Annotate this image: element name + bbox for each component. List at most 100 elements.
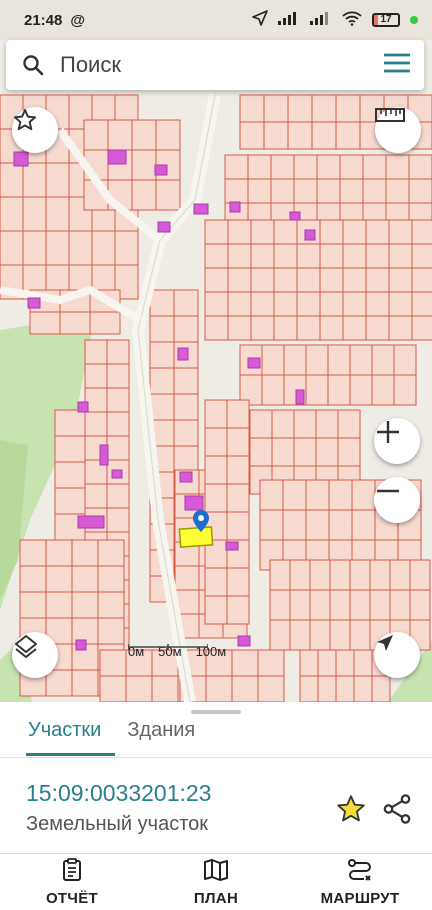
parcel	[231, 675, 259, 702]
parcel	[349, 619, 371, 651]
building	[77, 515, 105, 529]
parcel-block-e2	[239, 344, 417, 406]
location-arrow-icon	[252, 10, 268, 30]
parcel	[107, 119, 133, 151]
parcel	[296, 315, 321, 341]
parcel	[173, 315, 199, 343]
star-icon	[334, 795, 368, 830]
parcel	[19, 591, 47, 619]
nav-route[interactable]: МАРШРУТ	[288, 854, 432, 910]
parcel	[125, 675, 153, 702]
parcel	[411, 315, 432, 341]
parcel	[335, 649, 355, 677]
parcel	[388, 267, 413, 293]
parcel	[204, 219, 229, 245]
parcel	[411, 291, 432, 317]
locate-button[interactable]	[374, 632, 420, 678]
parcel	[365, 243, 390, 269]
wifi-icon	[342, 11, 362, 30]
parcel	[317, 649, 337, 677]
parcel	[385, 154, 410, 180]
cadastral-map[interactable]: 0м 50м 100м	[0, 0, 432, 702]
parcel	[273, 291, 298, 317]
battery-fill	[374, 15, 379, 25]
parcel	[155, 119, 181, 151]
map-icon	[203, 858, 229, 887]
share-button[interactable]	[380, 792, 414, 826]
favorites-button[interactable]	[12, 107, 58, 153]
parcel	[293, 409, 317, 439]
parcel	[45, 669, 73, 697]
parcel	[54, 461, 86, 489]
status-bar: 21:48 @ 17	[0, 0, 432, 40]
parcel	[204, 243, 229, 269]
parcel	[388, 219, 413, 245]
scale-line	[128, 644, 208, 650]
ruler-button[interactable]	[375, 107, 421, 153]
search-input[interactable]	[60, 45, 370, 85]
zoom-out-button[interactable]	[374, 477, 420, 523]
parcel	[247, 178, 272, 204]
parcel	[249, 437, 273, 467]
parcel	[365, 291, 390, 317]
parcel	[106, 435, 130, 461]
parcel	[342, 315, 367, 341]
parcel	[328, 509, 353, 541]
parcel	[91, 230, 116, 266]
route-icon	[347, 858, 373, 887]
parcel	[362, 178, 387, 204]
parcel	[45, 565, 73, 593]
parcel	[97, 617, 125, 645]
parcel	[315, 437, 339, 467]
parcel	[257, 675, 285, 702]
parcel	[293, 178, 318, 204]
parcel	[309, 559, 331, 591]
menu-button[interactable]	[370, 40, 424, 90]
map-canvas[interactable]	[0, 0, 432, 702]
parcel	[68, 230, 93, 266]
parcel	[316, 178, 341, 204]
parcel	[0, 162, 24, 198]
parcel	[351, 509, 376, 541]
sheet-drag-handle[interactable]	[191, 710, 241, 714]
parcel	[389, 559, 411, 591]
parcel	[19, 565, 47, 593]
search-icon[interactable]	[6, 40, 60, 90]
parcel-cadastral-number[interactable]: 15:09:0033201:23	[26, 780, 211, 807]
parcel	[99, 675, 127, 702]
parcel	[173, 393, 199, 421]
parcel	[227, 243, 252, 269]
parcel	[283, 344, 307, 376]
parcel	[365, 219, 390, 245]
building	[225, 541, 239, 551]
nav-route-label: МАРШРУТ	[320, 889, 400, 907]
parcel	[250, 243, 275, 269]
parcel	[393, 374, 417, 406]
zoom-in-button[interactable]	[374, 418, 420, 464]
building	[99, 444, 109, 466]
parcel	[339, 178, 364, 204]
parcel	[287, 121, 313, 150]
parcel	[59, 311, 91, 335]
building	[107, 149, 127, 165]
building	[75, 639, 87, 651]
nav-plan[interactable]: ПЛАН	[144, 854, 288, 910]
parcel	[270, 154, 295, 180]
layers-button[interactable]	[12, 632, 58, 678]
signal-icon	[278, 11, 300, 29]
parcel	[389, 589, 411, 621]
nav-report-label: ОТЧЁТ	[45, 889, 99, 907]
parcel	[45, 230, 70, 266]
tab-parcels[interactable]: Участки	[0, 718, 116, 756]
nav-report[interactable]: ОТЧЁТ	[0, 854, 144, 910]
parcel	[22, 230, 47, 266]
parcel	[289, 619, 311, 651]
building	[177, 347, 189, 361]
parcel	[226, 511, 250, 541]
parcel	[408, 154, 432, 180]
add-favorite-button[interactable]	[334, 792, 368, 826]
parcel	[319, 267, 344, 293]
parcel	[250, 291, 275, 317]
tab-buildings[interactable]: Здания	[115, 718, 209, 756]
parcel	[204, 483, 228, 513]
